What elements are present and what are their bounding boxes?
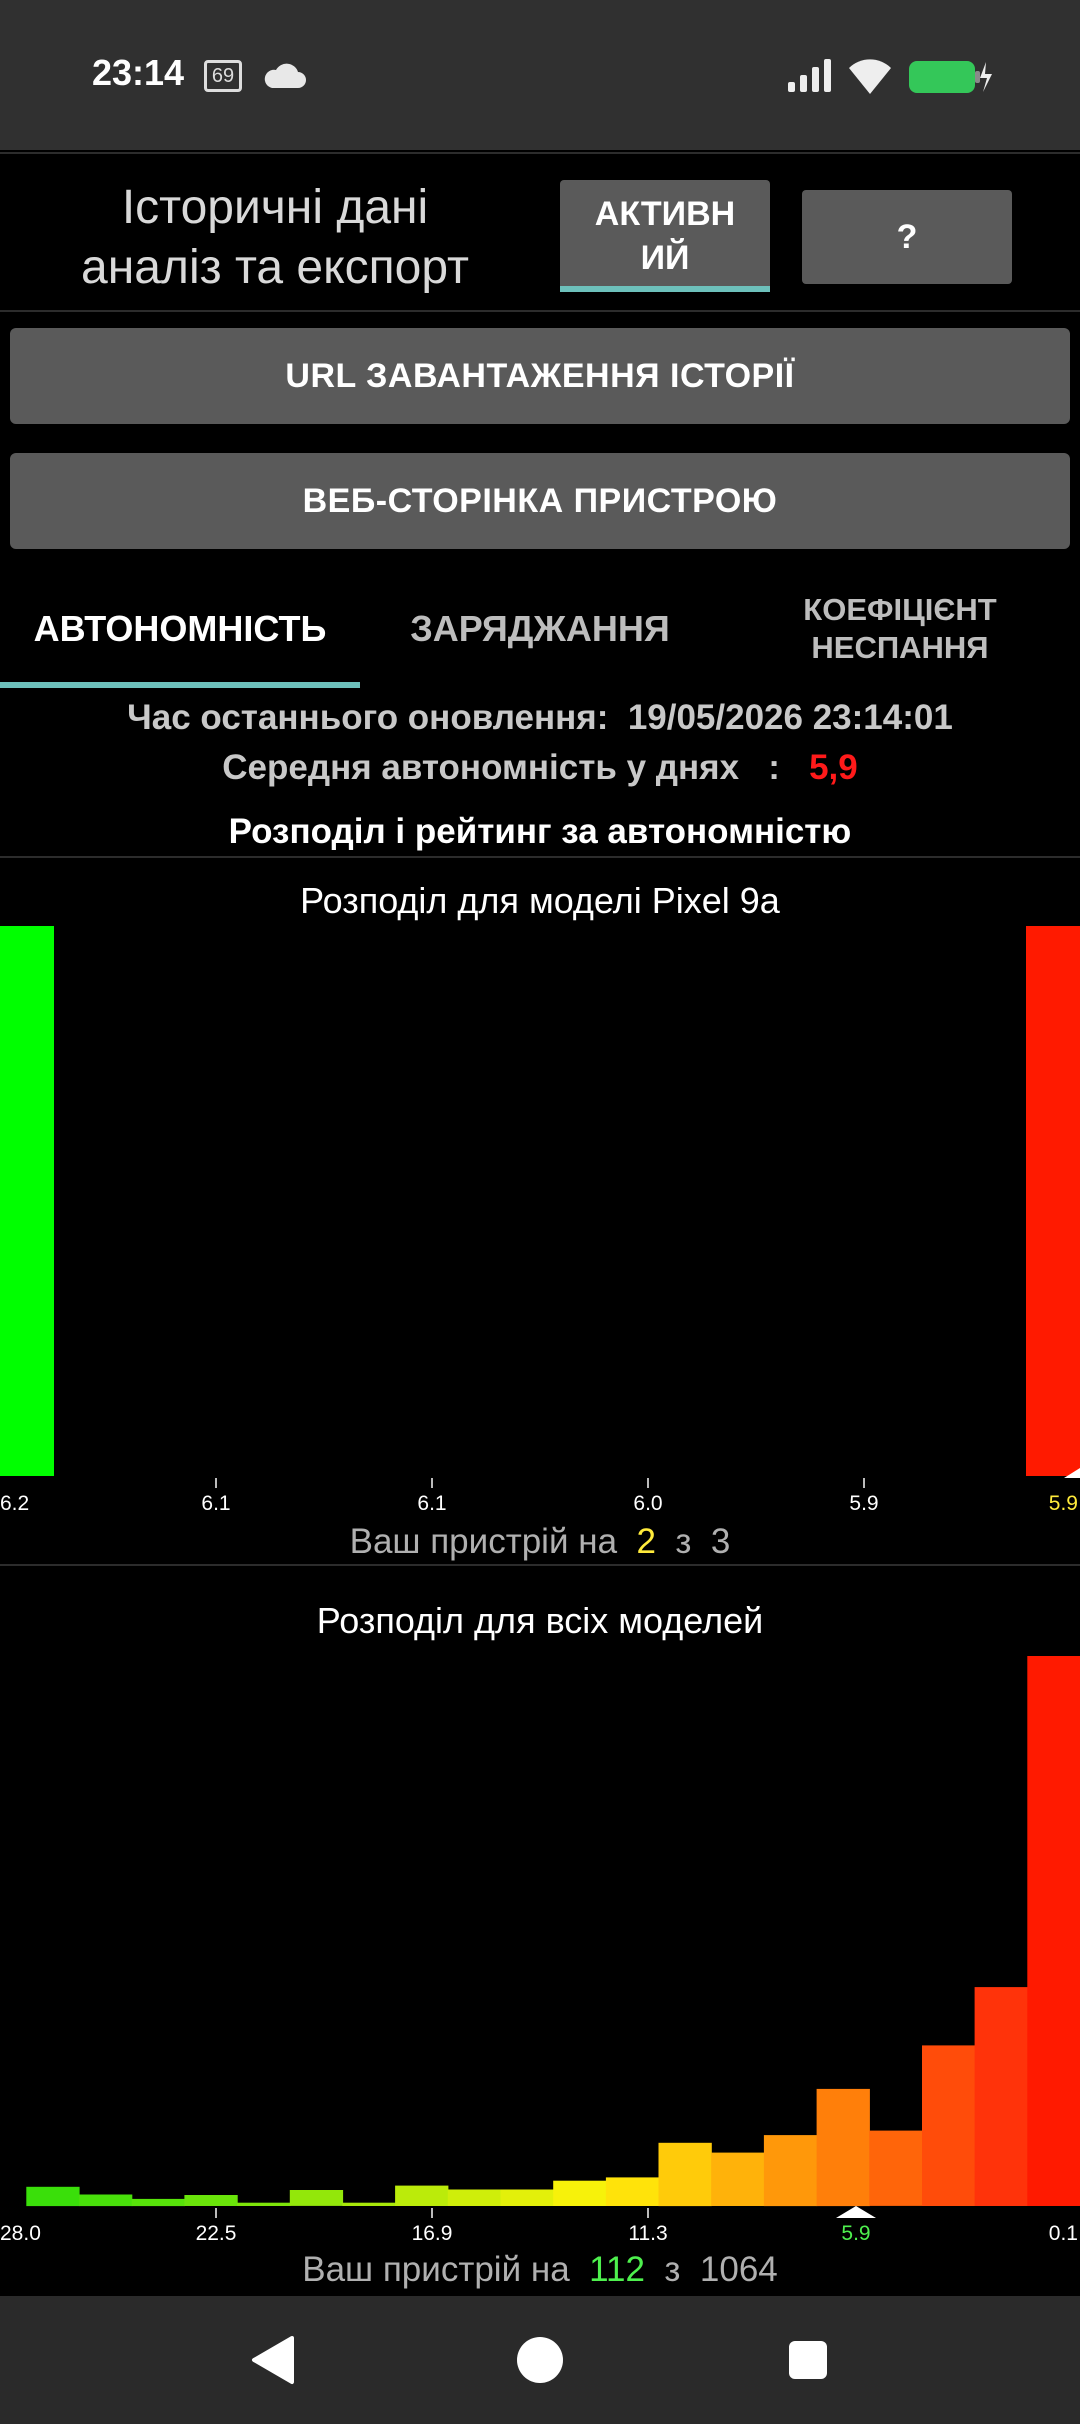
average-autonomy-value: 5,9 (809, 748, 858, 787)
x-tick-mark (215, 1478, 217, 1488)
all-models-rank-text: Ваш пристрій на 112 з 1064 (0, 2250, 1080, 2290)
x-tick-mark (431, 2208, 433, 2218)
tab-wakelock-label-line1: КОЕФІЦІЄНТ (803, 592, 997, 627)
chart-bar (79, 2194, 133, 2207)
x-tick-label: 11.3 (628, 2222, 667, 2245)
tab-charging[interactable]: ЗАРЯДЖАННЯ (360, 570, 720, 688)
page-title: Історичні дані аналіз та експорт (30, 178, 520, 298)
chart-bar (184, 2195, 238, 2206)
all-models-rank-prefix: Ваш пристрій на (302, 2250, 570, 2289)
x-tick-label: 0.1 (1049, 2222, 1078, 2245)
x-tick-label: 5.9 (1049, 1492, 1078, 1515)
x-tick-mark (647, 1478, 649, 1488)
status-time: 23:14 (92, 52, 185, 93)
tab-autonomy[interactable]: АВТОНОМНІСТЬ (0, 570, 360, 688)
x-tick-label: 16.9 (412, 2222, 453, 2245)
x-tick-label: 6.2 (0, 1492, 29, 1515)
cellular-signal-icon (788, 59, 831, 92)
tab-wakelock-ratio[interactable]: КОЕФІЦІЄНТ НЕСПАННЯ (720, 570, 1080, 688)
chart-bar (816, 2088, 870, 2207)
chart-bar (447, 2189, 502, 2206)
battery-charging-icon (909, 61, 992, 93)
all-models-rank-value: 112 (589, 2250, 645, 2289)
section-divider (0, 856, 1080, 858)
model-rank-text: Ваш пристрій на 2 з 3 (0, 1522, 1080, 1562)
all-models-rank-sep: з (664, 2250, 681, 2289)
average-autonomy-separator: : (768, 748, 780, 787)
all-models-chart-title: Розподіл для всіх моделей (316, 1600, 764, 1641)
active-button[interactable]: АКТИВН ИЙ (560, 180, 770, 292)
active-button-underline (560, 286, 770, 292)
chart-bar (26, 2186, 80, 2207)
x-tick-mark (863, 1478, 865, 1488)
tab-indicator (0, 682, 360, 688)
status-divider (0, 152, 1080, 154)
back-icon[interactable] (248, 2334, 296, 2386)
x-tick-label: 28.0 (0, 2222, 41, 2245)
tab-autonomy-label: АВТОНОМНІСТЬ (33, 608, 327, 649)
all-models-distribution-chart: 28.0 22.5 16.9 11.3 5.9 0.1 (0, 1656, 1080, 2245)
x-tick-mark (647, 2208, 649, 2218)
chart-bar (763, 2135, 818, 2207)
chart-bar (500, 2189, 554, 2206)
chart-bar (1027, 1656, 1080, 2206)
tab-wakelock-label-line2: НЕСПАННЯ (811, 630, 989, 665)
history-url-button[interactable]: URL ЗАВАНТАЖЕННЯ ІСТОРІЇ (10, 328, 1070, 424)
x-tick-label: 5.9 (849, 1492, 878, 1515)
chart-bar (1026, 926, 1080, 1476)
last-update-label: Час останнього оновлення: (127, 698, 609, 737)
x-tick-label: 6.1 (201, 1492, 230, 1515)
all-models-rank-total: 1064 (699, 2250, 778, 2289)
help-button[interactable]: ? (802, 190, 1012, 284)
chart-bar (711, 2152, 765, 2206)
x-tick-label: 6.0 (633, 1492, 662, 1515)
chart-bar (289, 2190, 344, 2206)
active-button-label-line2: ИЙ (640, 239, 690, 277)
header-divider (0, 310, 1080, 312)
recents-icon[interactable] (788, 2340, 828, 2380)
average-autonomy-row: Середня автономність у днях : 5,9 (0, 748, 1080, 788)
chart-bar (0, 926, 54, 1476)
model-rank-prefix: Ваш пристрій на (349, 1522, 618, 1561)
page-title-line1: Історичні дані (121, 181, 429, 234)
cloud-icon (264, 63, 306, 88)
chart-bar (605, 2177, 660, 2206)
active-button-label-line1: АКТИВН (594, 195, 736, 233)
chart-bar (974, 1987, 1028, 2206)
model-rank-value: 2 (636, 1522, 656, 1561)
x-tick-mark (431, 1478, 433, 1488)
wifi-icon (849, 59, 891, 94)
tab-charging-label: ЗАРЯДЖАННЯ (410, 608, 670, 649)
model-distribution-chart: 6.2 6.1 6.1 6.0 5.9 5.9 (0, 926, 1080, 1515)
last-update-value: 19/05/2026 23:14:01 (627, 698, 953, 737)
chart-bar (395, 2185, 449, 2206)
chart-bar (131, 2198, 185, 2207)
section-heading: Розподіл і рейтинг за автономністю (228, 812, 852, 851)
x-tick-label: 5.9 (841, 2222, 870, 2245)
x-tick-label: 22.5 (196, 2222, 237, 2245)
chart-bar (869, 2130, 923, 2206)
chart-divider (0, 1564, 1080, 1566)
device-webpage-button[interactable]: ВЕБ-СТОРІНКА ПРИСТРОЮ (10, 453, 1070, 549)
device-marker (836, 2206, 876, 2218)
chart-bar (237, 2202, 291, 2206)
chart-bar (922, 2045, 976, 2206)
average-autonomy-label: Середня автономність у днях (222, 748, 740, 787)
x-tick-label: 6.1 (417, 1492, 446, 1515)
model-rank-sep: з (675, 1522, 692, 1561)
chart-bar (342, 2202, 396, 2206)
page-title-line2: аналіз та експорт (81, 241, 469, 294)
temperature-badge-icon: 69 (204, 60, 242, 92)
home-icon[interactable] (516, 2336, 564, 2384)
model-chart-title: Розподіл для моделі Pixel 9a (300, 880, 780, 921)
chart-bar (553, 2180, 607, 2206)
x-tick-mark (215, 2208, 217, 2218)
model-rank-total: 3 (710, 1522, 731, 1561)
chart-bar (658, 2142, 712, 2207)
last-update-row: Час останнього оновлення: 19/05/2026 23:… (0, 698, 1080, 738)
